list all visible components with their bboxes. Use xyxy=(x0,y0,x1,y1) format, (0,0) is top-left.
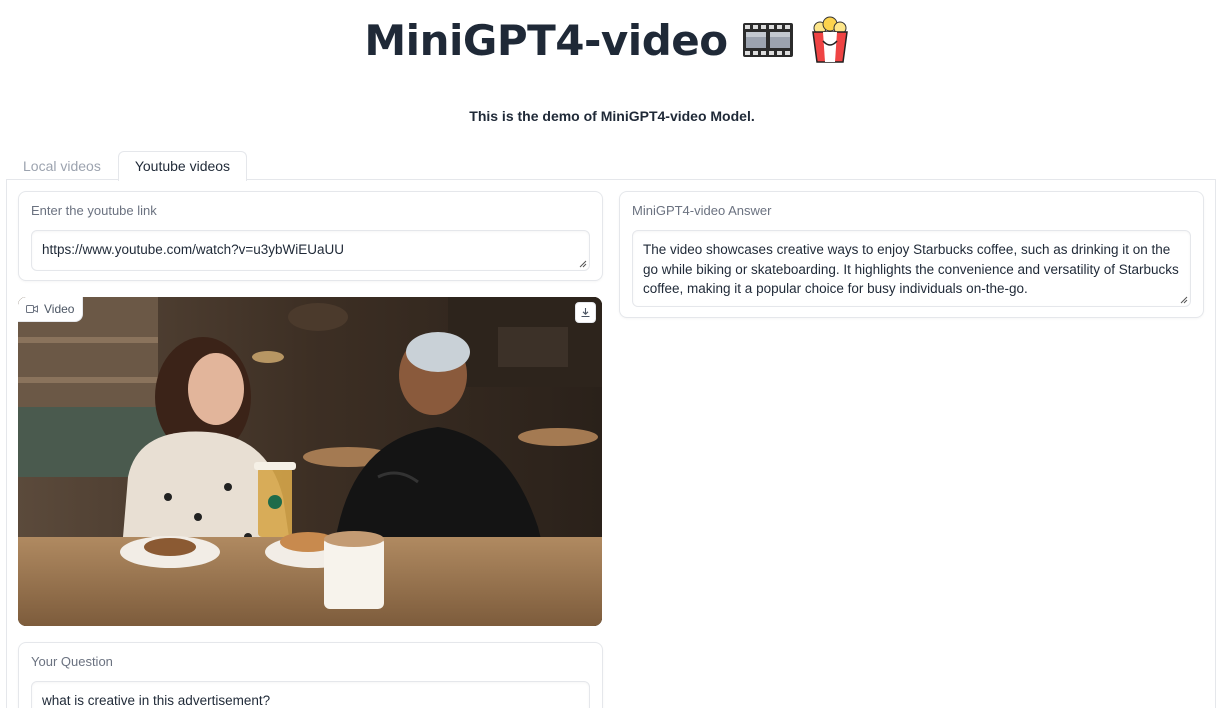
page-subtitle: This is the demo of MiniGPT4-video Model… xyxy=(469,108,755,124)
app-page: MiniGPT4-video This is the demo of MiniG… xyxy=(0,0,1224,708)
download-button[interactable] xyxy=(575,302,596,323)
tab-local-videos[interactable]: Local videos xyxy=(6,151,118,180)
youtube-link-block: Enter the youtube link https://www.youtu… xyxy=(18,191,603,281)
answer-value: The video showcases creative ways to enj… xyxy=(643,242,1179,296)
page-title: MiniGPT4-video xyxy=(364,15,728,65)
question-label: Your Question xyxy=(31,654,113,669)
youtube-link-value: https://www.youtube.com/watch?v=u3ybWiEU… xyxy=(42,242,345,257)
page-header: MiniGPT4-video xyxy=(0,8,1224,72)
answer-label: MiniGPT4-video Answer xyxy=(632,203,772,218)
video-label-badge: Video xyxy=(18,297,84,322)
answer-output[interactable]: The video showcases creative ways to enj… xyxy=(632,230,1191,307)
tab-youtube-videos[interactable]: Youtube videos xyxy=(117,151,248,181)
video-frame xyxy=(18,297,602,626)
video-camera-icon xyxy=(26,305,38,313)
resize-handle-icon[interactable] xyxy=(579,260,587,268)
question-value: what is creative in this advertisement? xyxy=(42,693,271,708)
tab-bar: Local videos Youtube videos xyxy=(6,151,248,181)
film-frames-icon xyxy=(742,15,794,65)
video-label: Video xyxy=(44,302,75,316)
answer-block: MiniGPT4-video Answer The video showcase… xyxy=(619,191,1204,318)
resize-handle-icon[interactable] xyxy=(1180,296,1188,304)
youtube-link-label: Enter the youtube link xyxy=(31,203,157,218)
youtube-link-input[interactable]: https://www.youtube.com/watch?v=u3ybWiEU… xyxy=(31,230,590,271)
video-player[interactable]: Video xyxy=(18,297,602,626)
question-input[interactable]: what is creative in this advertisement? xyxy=(31,681,590,708)
question-block: Your Question what is creative in this a… xyxy=(18,642,603,708)
download-icon xyxy=(581,308,590,318)
popcorn-icon xyxy=(808,15,860,65)
